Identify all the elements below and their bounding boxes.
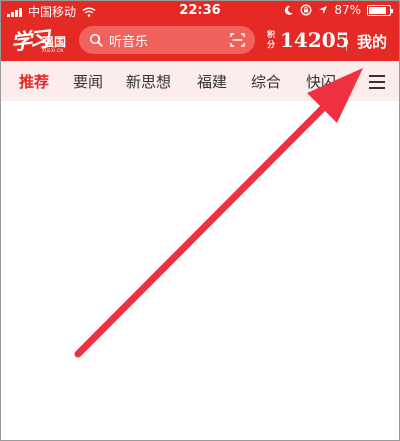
profile-button[interactable]: 我的 bbox=[357, 31, 387, 52]
menu-icon[interactable] bbox=[369, 75, 385, 89]
tab-general[interactable]: 综合 bbox=[251, 71, 281, 92]
rotation-lock-icon bbox=[300, 4, 312, 16]
search-bar[interactable]: 听音乐 bbox=[79, 26, 255, 54]
location-arrow-icon bbox=[319, 6, 328, 14]
tab-new-thought[interactable]: 新思想 bbox=[126, 71, 171, 92]
status-right: 87% bbox=[283, 3, 393, 17]
app-header: 学习 强国 XUEXI.CN 听音乐 积分 14205 我的 bbox=[1, 21, 399, 61]
app-logo: 学习 强国 XUEXI.CN bbox=[10, 25, 73, 57]
scan-icon[interactable] bbox=[230, 33, 245, 47]
tab-recommend[interactable]: 推荐 bbox=[19, 71, 49, 92]
header-divider bbox=[346, 33, 347, 51]
points-value: 14205 bbox=[280, 28, 350, 52]
battery-icon bbox=[367, 4, 393, 16]
app-frame: 中国移动 22:36 87% 学习 强国 XUEXI.CN 听音乐 积分 142… bbox=[0, 0, 400, 441]
search-icon bbox=[89, 33, 103, 47]
content-area bbox=[1, 101, 399, 440]
tab-headlines[interactable]: 要闻 bbox=[73, 71, 103, 92]
battery-percent: 87% bbox=[334, 3, 361, 17]
logo-sub: XUEXI.CN bbox=[42, 48, 64, 53]
status-bar: 中国移动 22:36 87% bbox=[1, 1, 399, 21]
search-placeholder: 听音乐 bbox=[109, 34, 149, 50]
tab-flash[interactable]: 快闪 bbox=[306, 71, 336, 92]
channel-tabs: 推荐 要闻 新思想 福建 综合 快闪 bbox=[1, 61, 399, 101]
tab-fujian[interactable]: 福建 bbox=[197, 71, 227, 92]
points-label: 积分 bbox=[267, 30, 275, 49]
moon-icon bbox=[285, 5, 294, 15]
